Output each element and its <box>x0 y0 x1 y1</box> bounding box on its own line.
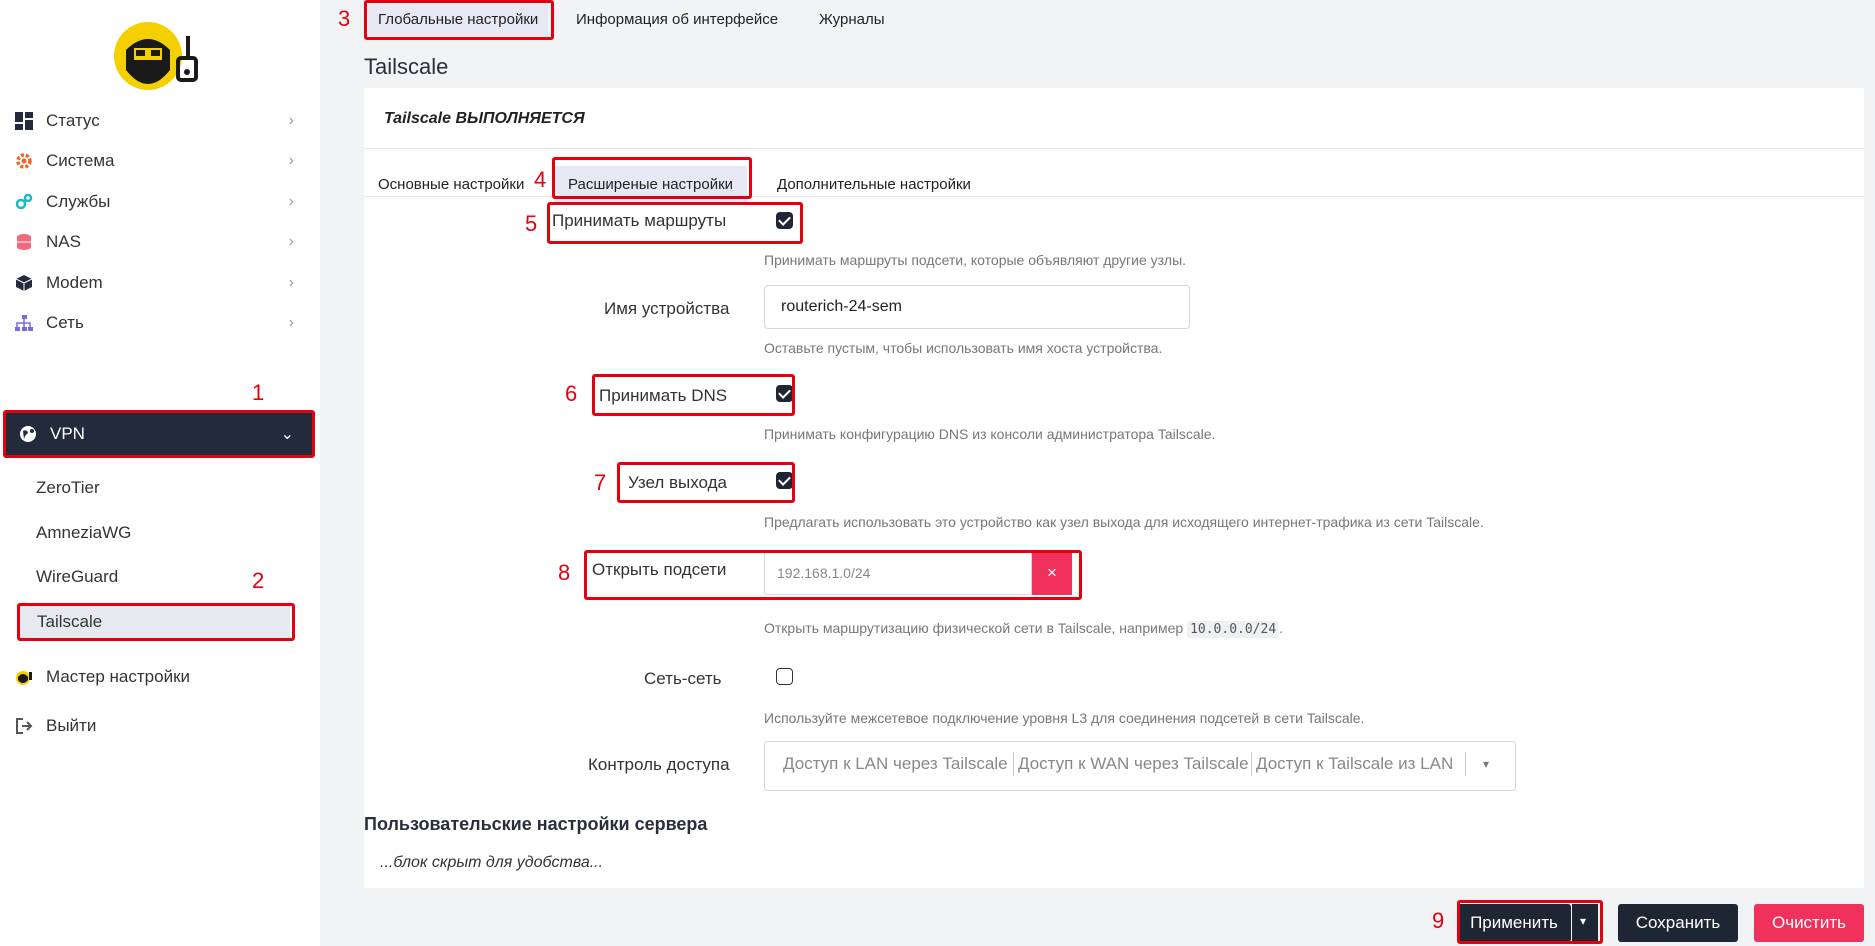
tab-basic-settings[interactable]: Основные настройки <box>364 166 538 204</box>
annotation-box <box>17 603 295 641</box>
sidebar-subitem-amneziawg[interactable]: AmneziaWG <box>36 523 131 543</box>
sidebar-item-label: Система <box>46 151 115 170</box>
wizard-icon <box>14 667 34 687</box>
sidebar-item-label: Мастер настройки <box>46 667 191 686</box>
dashboard-icon <box>14 111 34 131</box>
annotation-number: 3 <box>338 6 351 31</box>
chevron-right-icon: › <box>288 193 294 210</box>
access-control-label: Контроль доступа <box>588 755 730 774</box>
annotation-number: 8 <box>558 560 571 585</box>
example-code: 10.0.0.0/24 <box>1187 621 1280 638</box>
divider <box>364 148 1864 149</box>
status-text: Tailscale ВЫПОЛНЯЕТСЯ <box>384 110 585 127</box>
sidebar-item-network[interactable]: Сеть › <box>0 299 312 347</box>
annotation-number: 1 <box>252 380 265 405</box>
sidebar-item-label: Modem <box>46 273 103 292</box>
tab-logs[interactable]: Журналы <box>809 4 895 36</box>
hint-text: Открыть маршрутизацию физической сети в … <box>764 620 1188 636</box>
tab-interface-info[interactable]: Информация об интерфейсе <box>566 4 788 36</box>
collapsed-note: ...блок скрыт для удобства... <box>380 854 604 871</box>
page-title: Tailscale <box>364 54 449 79</box>
hostname-hint: Оставьте пустым, чтобы использовать имя … <box>764 340 1163 356</box>
network-icon <box>14 313 34 333</box>
s2s-hint: Используйте межсетевое подключение уровн… <box>764 710 1365 726</box>
services-icon <box>14 192 34 212</box>
database-icon <box>14 232 34 252</box>
separator <box>1251 752 1252 776</box>
annotation-box <box>592 374 795 416</box>
access-option: Доступ к Tailscale из LAN <box>1256 754 1454 773</box>
annotation-box <box>547 202 803 244</box>
access-option: Доступ к WAN через Tailscale <box>1018 754 1249 773</box>
hint-text: . <box>1279 620 1284 636</box>
gear-icon <box>14 151 34 171</box>
logout-icon <box>14 716 34 736</box>
separator <box>1465 752 1466 776</box>
accept-routes-hint: Принимать маршруты подсети, которые объя… <box>764 252 1187 268</box>
sidebar-subitem-wireguard[interactable]: WireGuard <box>36 567 118 587</box>
chevron-right-icon: › <box>288 152 294 169</box>
annotation-number: 2 <box>252 568 265 593</box>
s2s-label: Сеть-сеть <box>644 669 722 688</box>
s2s-checkbox[interactable] <box>776 668 793 685</box>
chevron-right-icon: › <box>288 112 294 129</box>
annotation-number: 6 <box>565 381 578 406</box>
annotation-box <box>1457 900 1603 944</box>
chevron-right-icon: › <box>288 274 294 291</box>
sidebar-item-label: Службы <box>46 192 111 211</box>
advertise-routes-hint: Открыть маршрутизацию физической сети в … <box>764 620 1284 638</box>
annotation-box <box>584 550 1082 600</box>
sidebar-item-label: Выйти <box>46 716 97 735</box>
logo <box>112 20 202 92</box>
sidebar-item-label: NAS <box>46 232 81 251</box>
accept-dns-hint: Принимать конфигурацию DNS из консоли ад… <box>764 426 1216 442</box>
sidebar-item-label: Статус <box>46 111 100 130</box>
sidebar-item-label: Сеть <box>46 313 84 332</box>
chevron-right-icon: › <box>288 314 294 331</box>
cube-icon <box>14 273 34 293</box>
annotation-number: 9 <box>1432 908 1445 933</box>
main-content: Глобальные настройки Информация об интер… <box>320 0 1875 946</box>
sidebar-subitem-zerotier[interactable]: ZeroTier <box>36 478 100 498</box>
sidebar: Статус › Система › Службы › NAS › Modem … <box>0 0 320 946</box>
annotation-box <box>617 462 795 503</box>
reset-button[interactable]: Очистить <box>1754 904 1864 942</box>
access-option: Доступ к LAN через Tailscale <box>783 754 1008 773</box>
server-section-title: Пользовательские настройки сервера <box>364 814 708 834</box>
exit-node-hint: Предлагать использовать это устройство к… <box>764 514 1484 530</box>
save-button[interactable]: Сохранить <box>1618 904 1738 942</box>
sidebar-item-wizard[interactable]: Мастер настройки <box>0 653 312 701</box>
hostname-input[interactable]: routerich-24-sem <box>764 285 1190 329</box>
annotation-number: 5 <box>525 211 538 236</box>
tab-extra-settings[interactable]: Дополнительные настройки <box>763 166 985 204</box>
sidebar-item-logout[interactable]: Выйти <box>0 702 312 750</box>
separator <box>1013 752 1014 776</box>
hostname-label: Имя устройства <box>604 299 730 318</box>
dropdown-arrow-icon: ▾ <box>1483 757 1490 771</box>
chevron-right-icon: › <box>288 233 294 250</box>
annotation-box <box>364 0 554 40</box>
annotation-number: 7 <box>594 470 607 495</box>
access-control-select[interactable]: Доступ к LAN через Tailscale Доступ к WA… <box>764 741 1516 791</box>
annotation-box <box>552 157 752 199</box>
annotation-box <box>3 410 315 458</box>
annotation-number: 4 <box>534 167 547 192</box>
